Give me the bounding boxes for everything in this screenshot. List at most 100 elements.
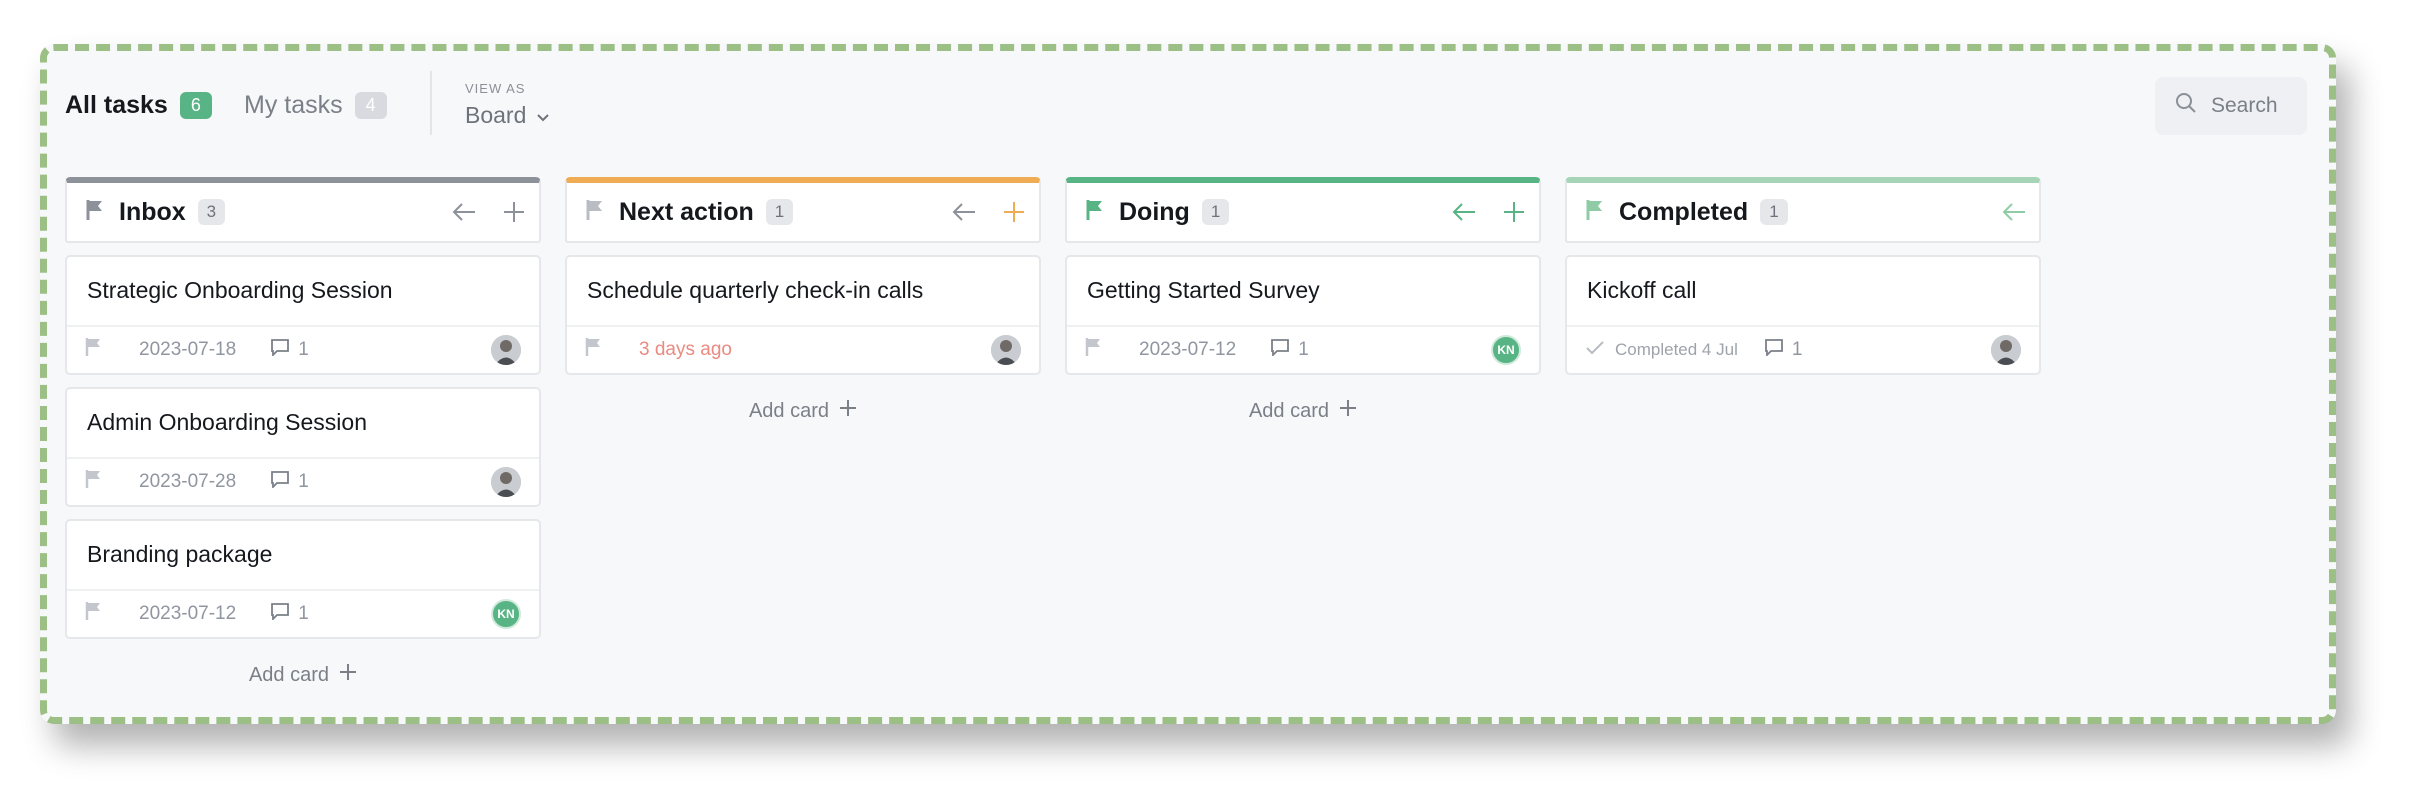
comment-icon xyxy=(1270,338,1290,362)
add-card-label: Add card xyxy=(1248,399,1330,422)
add-card-button[interactable]: Add card xyxy=(1065,399,1541,423)
tab-all-tasks[interactable]: All tasks 6 xyxy=(65,91,212,120)
comments-count[interactable]: 1 xyxy=(1270,338,1309,362)
plus-icon[interactable] xyxy=(1001,199,1027,225)
view-as-selector[interactable]: VIEW AS Board xyxy=(465,81,550,129)
comment-icon xyxy=(1764,338,1784,362)
flag-icon[interactable] xyxy=(585,337,603,363)
arrow-left-icon[interactable] xyxy=(451,199,477,225)
avatar[interactable] xyxy=(991,335,1021,365)
add-card-button[interactable]: Add card xyxy=(65,663,541,687)
comments-count[interactable]: 1 xyxy=(270,602,309,626)
card-title: Schedule quarterly check-in calls xyxy=(567,257,1039,327)
add-card-button[interactable]: Add card xyxy=(565,399,1041,423)
plus-icon xyxy=(1339,399,1357,423)
card-title: Branding package xyxy=(67,521,539,591)
column-count-badge: 1 xyxy=(1760,199,1788,225)
column-next-action: Next action 1 Schedule quarterly check-i… xyxy=(565,177,1041,423)
task-card[interactable]: Admin Onboarding Session 2023-07-28 1 xyxy=(65,387,541,507)
column-doing: Doing 1 Getting Started Survey 2023-07-1… xyxy=(1065,177,1541,423)
comment-icon xyxy=(270,338,290,362)
comment-icon xyxy=(270,470,290,494)
comments-count[interactable]: 1 xyxy=(1764,338,1803,362)
avatar[interactable] xyxy=(491,467,521,497)
view-as-value-text: Board xyxy=(465,102,527,128)
card-title: Admin Onboarding Session xyxy=(67,389,539,459)
chevron-down-icon xyxy=(536,102,550,129)
card-footer: 3 days ago xyxy=(567,327,1039,373)
view-as-value[interactable]: Board xyxy=(465,102,550,129)
avatar[interactable] xyxy=(491,335,521,365)
avatar[interactable]: KN xyxy=(1491,335,1521,365)
comments-count[interactable]: 1 xyxy=(270,338,309,362)
task-card[interactable]: Kickoff call Completed 4 Jul 1 xyxy=(1565,255,2041,375)
column-completed: Completed 1 Kickoff call Completed 4 Jul… xyxy=(1565,177,2041,375)
plus-icon[interactable] xyxy=(1501,199,1527,225)
column-header: Doing 1 xyxy=(1065,177,1541,243)
search-label: Search xyxy=(2211,94,2278,117)
plus-icon[interactable] xyxy=(501,199,527,225)
completed-status: Completed 4 Jul xyxy=(1585,340,1738,361)
avatar[interactable] xyxy=(1991,335,2021,365)
task-card[interactable]: Strategic Onboarding Session 2023-07-18 … xyxy=(65,255,541,375)
comments-value: 1 xyxy=(298,471,309,492)
flag-icon xyxy=(85,199,105,226)
board-frame: All tasks 6 My tasks 4 VIEW AS Board Sea… xyxy=(40,44,2336,724)
header-divider xyxy=(430,71,432,135)
task-card[interactable]: Schedule quarterly check-in calls 3 days… xyxy=(565,255,1041,375)
card-footer: 2023-07-18 1 xyxy=(67,327,539,373)
due-date[interactable]: 2023-07-12 xyxy=(1139,339,1236,361)
view-as-label: VIEW AS xyxy=(465,81,526,96)
arrow-left-icon[interactable] xyxy=(2001,199,2027,225)
card-title: Getting Started Survey xyxy=(1067,257,1539,327)
search-button[interactable]: Search xyxy=(2155,77,2307,135)
search-icon xyxy=(2175,92,2197,120)
card-title: Kickoff call xyxy=(1567,257,2039,327)
card-footer: Completed 4 Jul 1 xyxy=(1567,327,2039,373)
flag-icon xyxy=(1085,199,1105,226)
due-date[interactable]: 2023-07-18 xyxy=(139,339,236,361)
tab-count-badge: 4 xyxy=(354,92,387,119)
flag-icon xyxy=(1585,199,1605,226)
due-date[interactable]: 2023-07-12 xyxy=(139,603,236,625)
arrow-left-icon[interactable] xyxy=(951,199,977,225)
check-icon xyxy=(1585,340,1605,361)
column-count-badge: 1 xyxy=(765,199,794,225)
column-title: Doing xyxy=(1119,197,1190,226)
task-card[interactable]: Branding package 2023-07-12 1 KN xyxy=(65,519,541,639)
tab-my-tasks[interactable]: My tasks 4 xyxy=(244,91,387,120)
due-date[interactable]: 2023-07-28 xyxy=(139,471,236,493)
completed-label: Completed 4 Jul xyxy=(1615,340,1738,359)
tab-label: My tasks xyxy=(244,91,343,119)
comments-value: 1 xyxy=(298,339,309,360)
column-inbox: Inbox 3 Strategic Onboarding Session 202… xyxy=(65,177,541,687)
comment-icon xyxy=(270,602,290,626)
flag-icon[interactable] xyxy=(1085,337,1103,363)
comments-value: 1 xyxy=(298,603,309,624)
tab-count-badge: 6 xyxy=(179,92,212,119)
flag-icon[interactable] xyxy=(85,469,103,495)
due-date-overdue[interactable]: 3 days ago xyxy=(639,339,732,361)
card-footer: 2023-07-28 1 xyxy=(67,459,539,505)
column-count-badge: 1 xyxy=(1201,199,1230,225)
plus-icon xyxy=(839,399,857,423)
comments-value: 1 xyxy=(1791,339,1803,360)
flag-icon[interactable] xyxy=(85,337,103,363)
column-title: Completed xyxy=(1619,197,1749,226)
comments-count[interactable]: 1 xyxy=(270,470,309,494)
flag-icon[interactable] xyxy=(85,601,103,627)
add-card-label: Add card xyxy=(748,399,830,422)
flag-icon xyxy=(585,199,605,226)
card-title: Strategic Onboarding Session xyxy=(67,257,539,327)
avatar[interactable]: KN xyxy=(491,599,521,629)
task-card[interactable]: Getting Started Survey 2023-07-12 1 KN xyxy=(1065,255,1541,375)
tab-label: All tasks xyxy=(65,91,168,119)
column-header: Completed 1 xyxy=(1565,177,2041,243)
column-header: Next action 1 xyxy=(565,177,1041,243)
add-card-label: Add card xyxy=(248,663,330,686)
column-title: Inbox xyxy=(119,197,186,226)
column-count-badge: 3 xyxy=(197,199,226,225)
column-title: Next action xyxy=(619,197,754,226)
card-footer: 2023-07-12 1 KN xyxy=(1067,327,1539,373)
arrow-left-icon[interactable] xyxy=(1451,199,1477,225)
